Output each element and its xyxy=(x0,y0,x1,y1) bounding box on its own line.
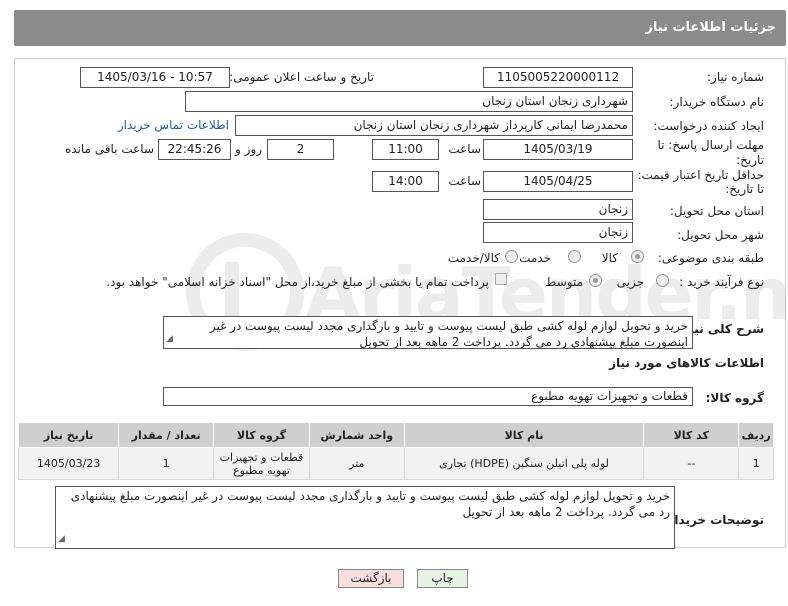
category-radio-goods[interactable] xyxy=(631,250,644,263)
process-option-minor: جزیی xyxy=(616,275,644,289)
cell-name: لوله پلی اتیلن سنگین (HDPE) تجاری xyxy=(403,447,645,480)
cell-group: قطعات و تجهیزات تهویه مطبوع xyxy=(213,447,310,480)
title-bar: جزئیات اطلاعات نیاز xyxy=(14,10,786,46)
goods-group-label: گروه کالا: xyxy=(705,391,764,405)
cell-need-date: 1405/03/23 xyxy=(17,447,120,480)
cell-quantity: 1 xyxy=(118,447,215,480)
col-header-group: گروه کالا xyxy=(213,422,310,448)
description-text: خرید و تحویل لوازم لوله کشی طبق لیست پیو… xyxy=(209,319,688,349)
buyer-notes-text: خرید و تحویل لوازم لوله کشی طبق لیست پیو… xyxy=(70,489,670,519)
category-option-goods-service: کالا/خدمت xyxy=(447,251,500,265)
category-radio-service[interactable] xyxy=(568,250,581,263)
city-label: شهر محل تحویل: xyxy=(677,228,764,242)
remaining-time-label: ساعت باقی مانده xyxy=(64,142,154,156)
col-header-quantity: تعداد / مقدار xyxy=(118,422,215,448)
print-button[interactable]: چاپ xyxy=(417,569,468,588)
goods-group-field: قطعات و تجهیزات تهویه مطبوع xyxy=(163,387,693,406)
province-label: استان محل تحویل: xyxy=(669,204,764,218)
deadline-time-label: ساعت xyxy=(448,142,481,156)
process-radio-medium[interactable] xyxy=(589,274,602,287)
buyer-contact-link[interactable]: اطلاعات تماس خریدار xyxy=(118,118,229,132)
deadline-label-date: تاریخ: xyxy=(736,153,764,167)
days-field: 2 xyxy=(267,139,334,160)
category-option-service: خدمت xyxy=(519,251,551,265)
deadline-time-field: 11:00 xyxy=(372,139,439,160)
price-validity-time-field: 14:00 xyxy=(372,171,439,192)
days-label: روز و xyxy=(235,142,262,156)
buyer-org-field: شهرداری زنجان استان زنجان xyxy=(185,91,633,112)
cell-row-no: 1 xyxy=(738,447,774,480)
page-title: جزئیات اطلاعات نیاز xyxy=(645,20,776,35)
buyer-org-label: نام دستگاه خریدار: xyxy=(669,95,765,109)
price-validity-time-label: ساعت xyxy=(448,174,481,188)
col-header-need-date: تاریخ نیاز xyxy=(17,422,120,448)
creator-label: ایجاد کننده درخواست: xyxy=(653,119,764,133)
table-row: 1 -- لوله پلی اتیلن سنگین (HDPE) تجاری م… xyxy=(17,447,774,480)
col-header-row-no: ردیف xyxy=(738,422,774,448)
process-radio-minor[interactable] xyxy=(656,274,669,287)
treasury-payment-note: پرداخت تمام یا بخشی از مبلغ خرید،از محل … xyxy=(106,275,489,289)
need-number-label: شماره نیاز: xyxy=(707,70,764,84)
col-header-unit: واحد شمارش xyxy=(308,422,405,448)
cell-unit: متر xyxy=(308,447,405,480)
deadline-label: مهلت ارسال پاسخ: تا xyxy=(657,138,764,152)
price-validity-label: حداقل تاریخ اعتبار قیمت: xyxy=(637,168,764,182)
category-radio-goods-service[interactable] xyxy=(505,250,518,263)
col-header-name: نام کالا xyxy=(403,422,645,448)
price-validity-label-date: تا تاریخ: xyxy=(725,182,764,196)
goods-table: ردیف کد کالا نام کالا واحد شمارش گروه کا… xyxy=(17,422,774,480)
table-header-row: ردیف کد کالا نام کالا واحد شمارش گروه کا… xyxy=(17,422,774,448)
remaining-time-field: 22:45:26 xyxy=(158,139,231,160)
category-option-goods: کالا xyxy=(601,251,618,265)
province-field: زنجان xyxy=(483,199,633,220)
back-button[interactable]: بازگشت xyxy=(338,569,404,588)
cell-code: -- xyxy=(643,447,740,480)
creator-field: محمدرضا ایمانی کارپرداز شهرداری زنجان اس… xyxy=(235,115,633,136)
deadline-date-field: 1405/03/19 xyxy=(483,139,633,160)
resize-handle-icon[interactable]: ◢ xyxy=(58,531,65,547)
treasury-payment-checkbox[interactable] xyxy=(495,273,507,285)
buyer-notes-label: توضیحات خریدار: xyxy=(662,513,764,527)
announce-field: 1405/03/16 - 10:57 xyxy=(80,67,230,88)
buyer-notes-textarea: خرید و تحویل لوازم لوله کشی طبق لیست پیو… xyxy=(55,486,675,549)
city-field: زنجان xyxy=(483,222,633,243)
goods-info-title: اطلاعات کالاهای مورد نیاز xyxy=(609,356,764,370)
announce-label: تاریخ و ساعت اعلان عمومی: xyxy=(229,70,374,84)
col-header-code: کد کالا xyxy=(643,422,740,448)
process-label: نوع فرآیند خرید : xyxy=(679,275,764,289)
category-label: طبقه بندی موضوعی: xyxy=(657,251,764,265)
description-textarea: خرید و تحویل لوازم لوله کشی طبق لیست پیو… xyxy=(163,316,693,349)
process-option-medium: متوسط xyxy=(545,275,583,289)
resize-handle-icon[interactable]: ◢ xyxy=(166,331,173,347)
price-validity-date-field: 1405/04/25 xyxy=(483,171,633,192)
need-number-field: 1105005220000112 xyxy=(483,67,633,88)
